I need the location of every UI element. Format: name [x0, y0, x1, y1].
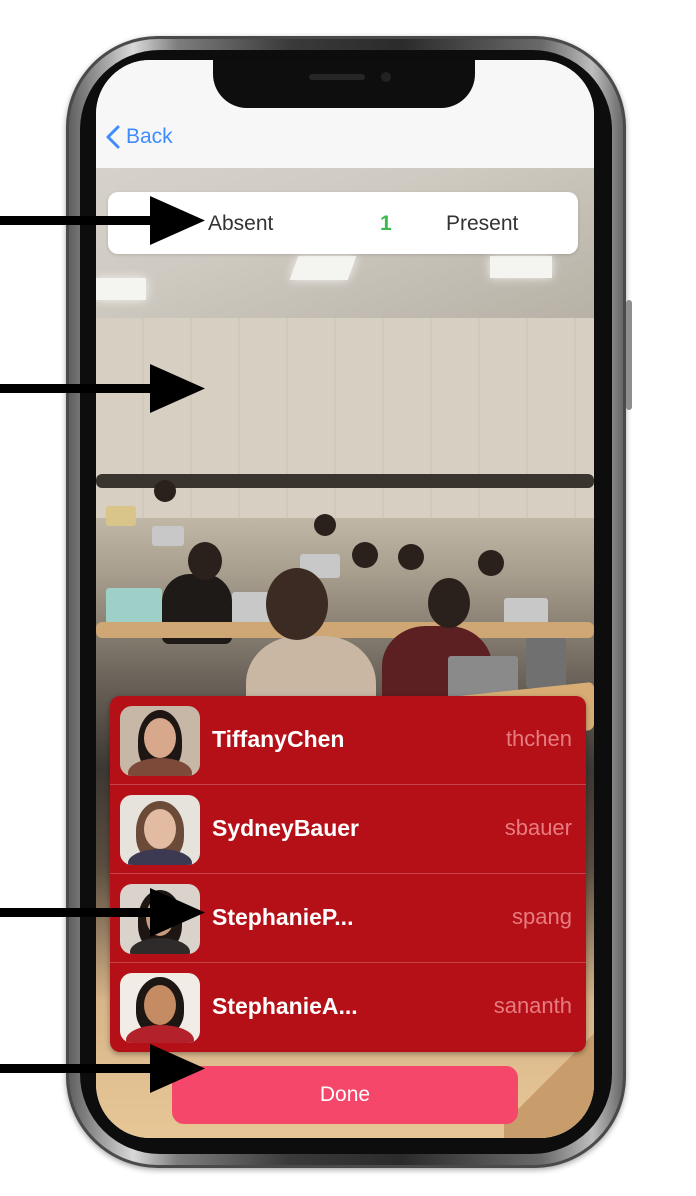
student-username: sbauer [504, 815, 572, 840]
present-count: 1 [380, 212, 392, 235]
avatar-face [144, 718, 176, 758]
phone-side-button [626, 300, 632, 410]
student-head [154, 480, 176, 502]
student-row[interactable]: SydneyBauer sbauer [110, 785, 586, 874]
desk [96, 622, 594, 638]
laptop [152, 526, 184, 546]
student-username: spang [512, 904, 572, 929]
avatar-body [126, 1025, 194, 1043]
ceiling-light [490, 256, 552, 278]
avatar-body [130, 938, 190, 954]
student-head [266, 568, 328, 640]
student-username: sananth [493, 993, 572, 1018]
student-name: StephanieA... [212, 993, 358, 1019]
student-avatar [120, 706, 200, 776]
annotation-arrow-icon [0, 196, 205, 245]
student-head [314, 514, 336, 536]
avatar-body [128, 758, 192, 776]
annotation-arrow-icon [0, 1044, 205, 1093]
student-head [428, 578, 470, 628]
student-avatar [120, 973, 200, 1043]
student-row[interactable]: TiffanyChen thchen [110, 696, 586, 785]
student-head [352, 542, 378, 568]
chevron-left-icon [106, 125, 120, 149]
ceiling-light [96, 278, 146, 300]
front-camera [381, 72, 391, 82]
laptop [106, 506, 136, 526]
speaker-grille [309, 74, 365, 80]
student-avatar [120, 795, 200, 865]
recognized-students-list: TiffanyChen thchen SydneyBauer sbauer St… [110, 696, 586, 1052]
absent-label: Absent [208, 212, 274, 235]
back-button-label: Back [126, 125, 173, 148]
student-head [398, 544, 424, 570]
student-username: thchen [505, 726, 572, 751]
avatar-face [144, 985, 176, 1025]
student-name: TiffanyChen [212, 726, 345, 752]
avatar-body [128, 849, 192, 865]
student-name: StephanieP... [212, 904, 354, 930]
student-head [188, 542, 222, 580]
student-name: SydneyBauer [212, 815, 360, 841]
avatar-face [144, 809, 176, 849]
student-row[interactable]: StephanieA... sananth [110, 963, 586, 1051]
annotation-arrow-icon [0, 364, 205, 413]
laptop [526, 638, 566, 688]
phone-notch [213, 60, 475, 108]
done-button[interactable]: Done [172, 1066, 518, 1124]
back-button[interactable]: Back [104, 122, 173, 152]
annotation-arrow-icon [0, 888, 205, 937]
present-label: Present [446, 212, 519, 235]
student-head [478, 550, 504, 576]
ceiling-light [289, 256, 357, 280]
